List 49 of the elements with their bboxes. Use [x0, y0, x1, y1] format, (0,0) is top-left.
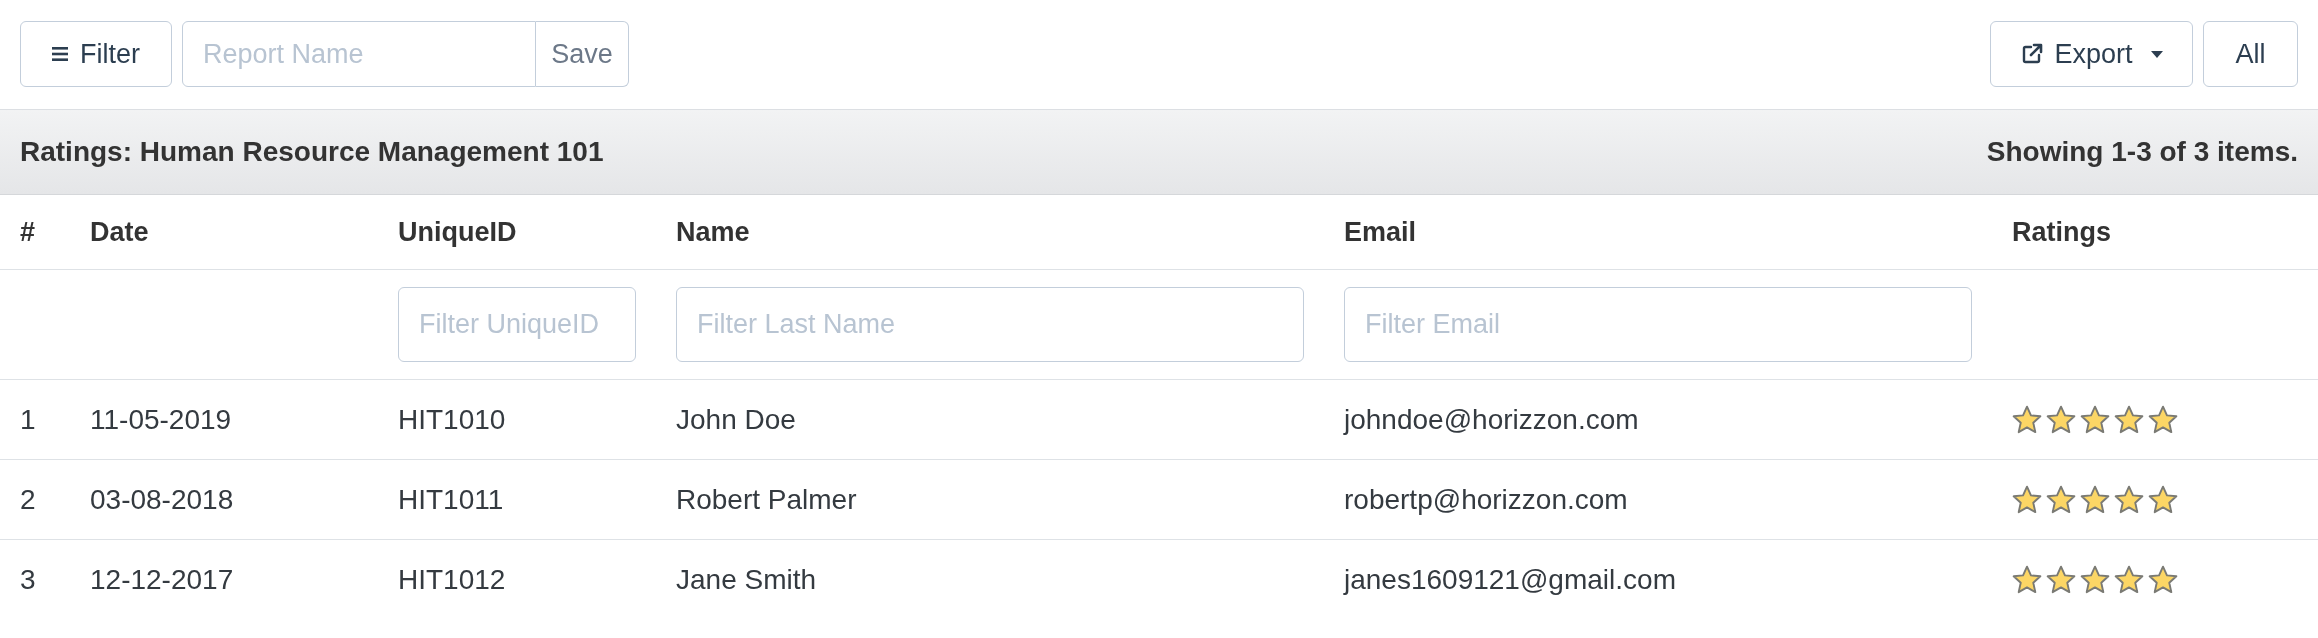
table-cell: Jane Smith: [676, 564, 817, 595]
table-cell: 03-08-2018: [90, 483, 234, 515]
export-button[interactable]: Export: [1990, 21, 2193, 87]
star-icon: [2114, 404, 2144, 435]
star-icon: [2046, 404, 2076, 435]
star-icon: [2148, 484, 2178, 515]
star-icon: [2080, 404, 2110, 435]
filter-field[interactable]: Filter UniqueID: [398, 287, 636, 362]
table-cell: Robert Palmer: [676, 483, 857, 515]
column-header: Ratings: [2012, 216, 2111, 247]
item-count: Showing 1-3 of 3 items.: [1986, 135, 2298, 169]
table-cell: 11-05-2019: [90, 403, 232, 435]
star-icon: [2114, 565, 2144, 595]
column-header: #: [20, 216, 36, 247]
column-header: Date: [90, 216, 149, 247]
external-link-icon: [2020, 42, 2045, 66]
save-button[interactable]: Save: [536, 21, 629, 87]
filter-field[interactable]: Filter Last Name: [676, 287, 1304, 362]
all-button[interactable]: All: [2203, 21, 2298, 87]
filter-field[interactable]: Filter Email: [1344, 287, 1972, 362]
report-name-field[interactable]: Report Name: [182, 21, 536, 87]
star-icon: [2046, 484, 2076, 515]
table-cell: 3: [20, 564, 36, 595]
star-icon: [2080, 484, 2110, 515]
star-icon: [2012, 484, 2042, 515]
table-cell: HIT1011: [398, 483, 504, 515]
column-header: Name: [676, 216, 750, 247]
filter-button[interactable]: Filter: [20, 21, 172, 87]
star-icon: [2012, 404, 2042, 435]
table-cell: John Doe: [676, 403, 796, 435]
menu-icon: [52, 47, 68, 61]
column-header: Email: [1344, 216, 1417, 247]
table-cell: 12-12-2017: [90, 564, 234, 595]
caret-icon: [2150, 50, 2163, 58]
table-cell: robertp@horizzon.com: [1344, 483, 1628, 515]
column-header: UniqueID: [398, 216, 517, 247]
table-cell: janes1609121@gmail.com: [1344, 564, 1676, 595]
star-icon: [2148, 404, 2178, 435]
table-cell: 1: [20, 403, 36, 435]
star-icon: [2148, 565, 2178, 595]
table-cell: HIT1012: [398, 564, 506, 595]
star-icon: [2114, 484, 2144, 515]
star-icon: [2012, 565, 2042, 595]
star-icon: [2046, 565, 2076, 595]
table-title: Ratings: Human Resource Management 101: [20, 135, 604, 169]
table-cell: johndoe@horizzon.com: [1344, 403, 1639, 435]
table-cell: 2: [20, 483, 36, 515]
star-icon: [2080, 565, 2110, 595]
table-cell: HIT1010: [398, 403, 506, 435]
